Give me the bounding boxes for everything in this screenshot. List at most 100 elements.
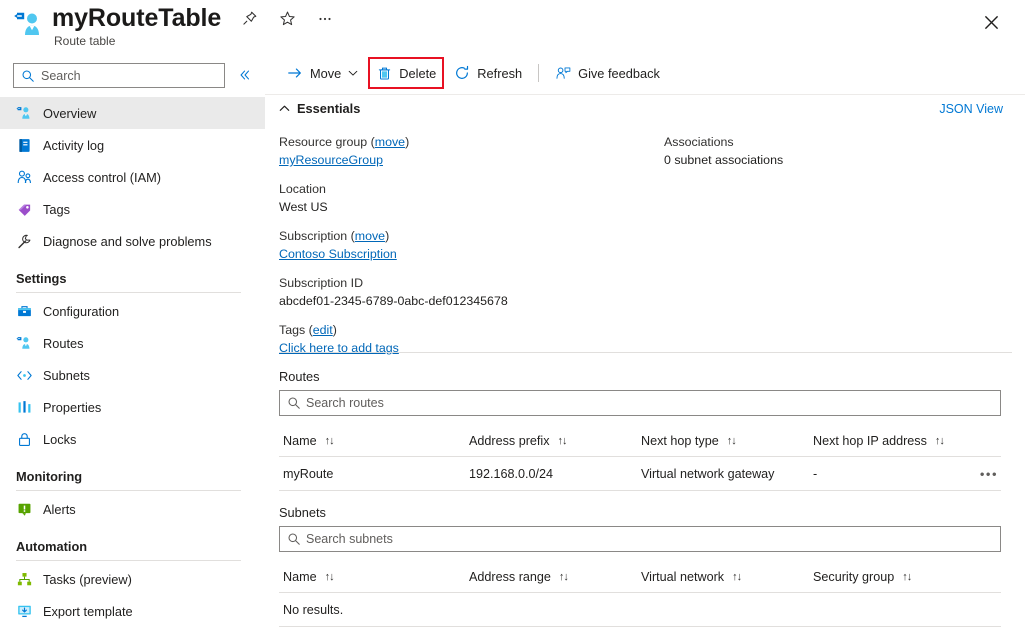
page-subtitle: Route table — [54, 34, 115, 48]
subnets-col-security-group[interactable]: Security group ↑↓ — [813, 570, 911, 584]
sort-icon[interactable]: ↑↓ — [727, 435, 736, 447]
sidebar-item-locks[interactable]: Locks — [0, 423, 265, 455]
blade-header: myRouteTable — [0, 0, 1025, 52]
cell-next-hop-ip: - — [813, 467, 817, 481]
main-content: Move Delete — [265, 52, 1025, 643]
column-label: Next hop type — [641, 434, 719, 448]
subnets-table-header: Name ↑↓ Address range ↑↓ Virtual network… — [279, 562, 1012, 592]
field-value: myResourceGroup — [279, 151, 649, 169]
sidebar-item-label: Diagnose and solve problems — [43, 234, 212, 249]
sidebar-item-properties[interactable]: Properties — [0, 391, 265, 423]
refresh-button[interactable]: Refresh — [446, 58, 530, 88]
move-link[interactable]: move — [355, 229, 385, 243]
sort-icon[interactable]: ↑↓ — [558, 435, 567, 447]
sort-icon[interactable]: ↑↓ — [902, 571, 911, 583]
json-view-link[interactable]: JSON View — [939, 102, 1003, 116]
column-label: Next hop IP address — [813, 434, 927, 448]
subnets-search[interactable] — [279, 526, 1001, 552]
sort-icon[interactable]: ↑↓ — [935, 435, 944, 447]
sidebar-item-label: Routes — [43, 336, 84, 351]
chevron-double-left-icon[interactable] — [235, 65, 255, 85]
subnets-empty-message: No results. — [279, 593, 1012, 626]
sidebar-item-alerts[interactable]: Alerts — [0, 493, 265, 525]
sort-icon[interactable]: ↑↓ — [325, 435, 334, 447]
row-divider — [279, 626, 1001, 627]
field-value: Contoso Subscription — [279, 245, 649, 263]
sidebar-divider — [16, 560, 241, 561]
page-title: myRouteTable — [52, 3, 221, 34]
move-link[interactable]: move — [375, 135, 405, 149]
routes-col-next-hop-type[interactable]: Next hop type ↑↓ — [641, 434, 813, 448]
sidebar-item-tasks[interactable]: Tasks (preview) — [0, 563, 265, 595]
routes-col-address-prefix[interactable]: Address prefix ↑↓ — [469, 434, 641, 448]
cell-address-prefix: 192.168.0.0/24 — [469, 467, 641, 481]
move-button[interactable]: Move — [279, 58, 366, 88]
star-icon[interactable] — [273, 5, 301, 33]
routes-search[interactable] — [279, 390, 1001, 416]
subnets-col-address-range[interactable]: Address range ↑↓ — [469, 570, 641, 584]
field-value: abcdef01-2345-6789-0abc-def012345678 — [279, 292, 649, 310]
essentials-label: Essentials — [297, 101, 360, 116]
search-icon — [287, 532, 301, 546]
sidebar-item-tags[interactable]: Tags — [0, 193, 265, 225]
search-input[interactable] — [41, 69, 216, 83]
subnets-col-virtual-network[interactable]: Virtual network ↑↓ — [641, 570, 813, 584]
edit-link[interactable]: edit — [313, 323, 333, 337]
sidebar-group-monitoring: Monitoring — [0, 455, 265, 486]
essentials-toggle[interactable]: Essentials — [279, 101, 360, 116]
sidebar-item-label: Locks — [43, 432, 76, 447]
sidebar-search[interactable] — [13, 63, 225, 88]
delete-label: Delete — [399, 66, 436, 81]
sidebar-item-routes[interactable]: Routes — [0, 327, 265, 359]
sidebar-item-diagnose[interactable]: Diagnose and solve problems — [0, 225, 265, 257]
sidebar-item-configuration[interactable]: Configuration — [0, 295, 265, 327]
configuration-icon — [16, 303, 33, 320]
sort-icon[interactable]: ↑↓ — [732, 571, 741, 583]
chevron-down-icon[interactable] — [348, 68, 358, 78]
pin-icon[interactable] — [235, 5, 263, 33]
routes-col-next-hop-ip[interactable]: Next hop IP address ↑↓ — [813, 434, 944, 448]
arrow-right-icon — [287, 65, 303, 81]
resource-group-link[interactable]: myResourceGroup — [279, 153, 383, 167]
sidebar-item-overview[interactable]: Overview — [0, 97, 265, 129]
column-label: Security group — [813, 570, 894, 584]
sidebar-item-subnets[interactable]: Subnets — [0, 359, 265, 391]
sidebar-item-activity-log[interactable]: Activity log — [0, 129, 265, 161]
column-label: Name — [283, 434, 317, 448]
ellipsis-icon[interactable] — [311, 5, 339, 33]
toolbar-divider — [538, 64, 539, 82]
sidebar-item-access-control[interactable]: Access control (IAM) — [0, 161, 265, 193]
subnets-search-input[interactable] — [306, 532, 966, 546]
routes-search-input[interactable] — [306, 396, 966, 410]
close-icon[interactable] — [977, 8, 1005, 36]
ellipsis-icon[interactable]: ••• — [980, 466, 998, 481]
sidebar-group-label: Monitoring — [16, 469, 265, 484]
field-label-text: Subscription — [279, 229, 347, 243]
subscription-link[interactable]: Contoso Subscription — [279, 247, 397, 261]
column-label: Virtual network — [641, 570, 724, 584]
delete-button[interactable]: Delete — [368, 57, 444, 89]
subnets-col-name[interactable]: Name ↑↓ — [283, 570, 469, 584]
alerts-icon — [16, 501, 33, 518]
tasks-icon — [16, 571, 33, 588]
feedback-label: Give feedback — [578, 66, 660, 81]
export-template-icon — [16, 603, 33, 620]
sort-icon[interactable]: ↑↓ — [325, 571, 334, 583]
sidebar-nav: Overview Activity log — [0, 97, 265, 627]
table-row[interactable]: myRoute 192.168.0.0/24 Virtual network g… — [279, 457, 1012, 490]
sidebar-divider — [16, 292, 241, 293]
sort-icon[interactable]: ↑↓ — [559, 571, 568, 583]
sidebar-item-label: Alerts — [43, 502, 76, 517]
field-value: 0 subnet associations — [664, 151, 1004, 169]
field-label: Tags (edit) — [279, 322, 649, 339]
field-label-text: Tags — [279, 323, 305, 337]
cell-name: myRoute — [283, 467, 469, 481]
sidebar-item-label: Tasks (preview) — [43, 572, 132, 587]
routes-icon — [16, 335, 33, 352]
routes-col-name[interactable]: Name ↑↓ — [283, 434, 469, 448]
sidebar-item-export-template[interactable]: Export template — [0, 595, 265, 627]
essentials-field-associations: Associations 0 subnet associations — [664, 134, 1004, 169]
field-label: Associations — [664, 134, 1004, 151]
sidebar-item-label: Configuration — [43, 304, 119, 319]
give-feedback-button[interactable]: Give feedback — [547, 58, 668, 88]
